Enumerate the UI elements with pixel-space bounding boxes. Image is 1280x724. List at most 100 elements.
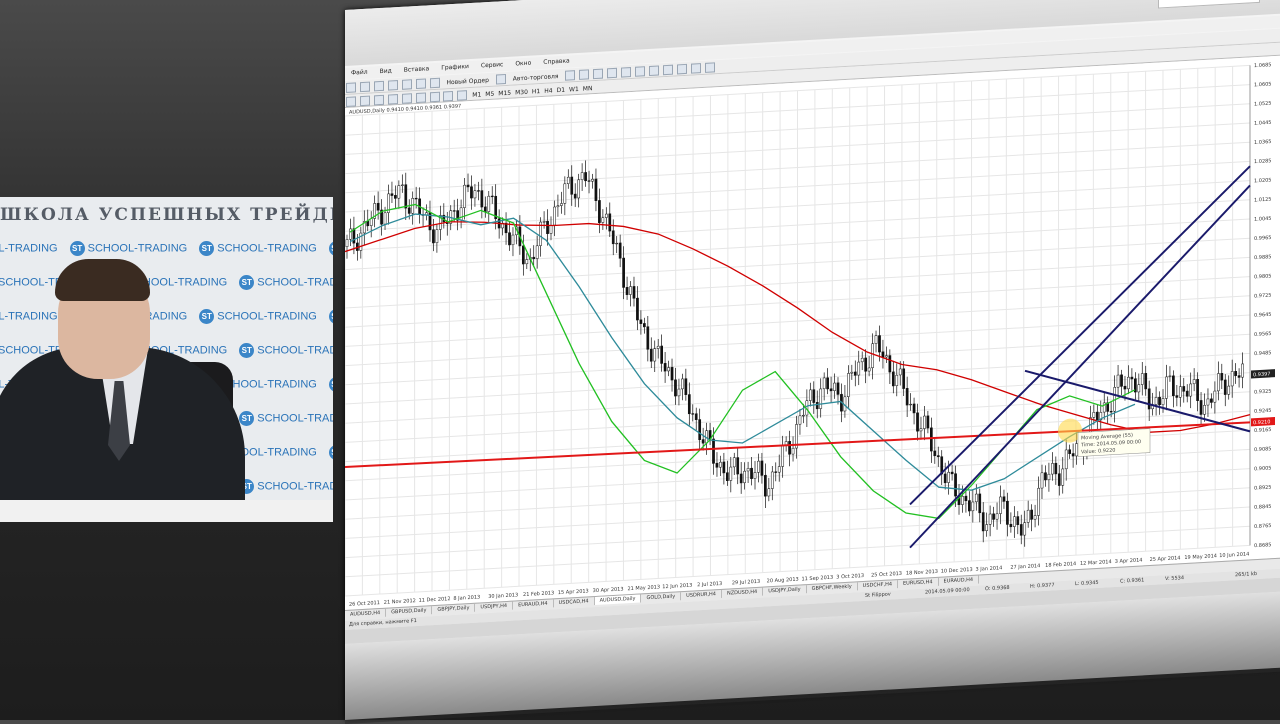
chart-tab[interactable]: GBPUSD,Daily bbox=[386, 606, 433, 617]
candle bbox=[1196, 378, 1199, 402]
candle bbox=[871, 343, 874, 369]
moving-average-line bbox=[349, 213, 1136, 491]
autoscroll-icon[interactable] bbox=[662, 64, 673, 76]
candle bbox=[954, 473, 957, 497]
school-logo-icon: ST bbox=[328, 377, 333, 392]
chart-tab[interactable]: EURUSD,H4 bbox=[898, 577, 939, 589]
x-tick-label: 30 Apr 2013 bbox=[593, 586, 624, 594]
arrow-icon[interactable] bbox=[457, 90, 468, 101]
trend-channel-lower bbox=[909, 184, 1251, 549]
candlestick-icon[interactable] bbox=[579, 69, 590, 80]
menu-item[interactable]: Графики bbox=[435, 61, 475, 72]
chart-tab[interactable]: GBPJPY,Daily bbox=[432, 603, 476, 615]
market-watch-icon[interactable] bbox=[373, 80, 384, 92]
candle bbox=[985, 524, 989, 532]
autotrading-button[interactable]: Авто-торговля bbox=[513, 73, 559, 83]
tile-windows-icon[interactable] bbox=[635, 66, 646, 77]
x-tick-label: 18 Feb 2014 bbox=[1045, 561, 1076, 569]
chart-tab[interactable]: EURAUD,H4 bbox=[513, 599, 554, 610]
zoom-out-icon[interactable] bbox=[621, 67, 632, 78]
candle bbox=[978, 493, 982, 514]
watermark-item: STSCHOOL-TRADING bbox=[239, 411, 333, 426]
timeframe-button[interactable]: M15 bbox=[498, 89, 511, 97]
candle bbox=[1009, 523, 1013, 528]
menu-item[interactable]: Вставка bbox=[398, 63, 435, 74]
candle bbox=[878, 335, 881, 353]
cursor-icon[interactable] bbox=[346, 96, 356, 107]
candle bbox=[663, 362, 667, 372]
candle bbox=[394, 195, 397, 199]
chart-tab[interactable]: USDCHF,H4 bbox=[857, 580, 899, 591]
candle bbox=[1199, 400, 1203, 415]
school-banner-title: ШКОЛА УСПЕШНЫХ ТРЕЙДЕ bbox=[0, 205, 333, 225]
x-tick-label: 25 Oct 2013 bbox=[871, 571, 902, 579]
timeframe-button[interactable]: D1 bbox=[557, 86, 565, 93]
timeframe-button[interactable]: M5 bbox=[485, 90, 494, 98]
menu-item[interactable]: Справка bbox=[537, 55, 575, 66]
autotrading-icon[interactable] bbox=[495, 74, 506, 85]
candle bbox=[1019, 524, 1023, 536]
watermark-label: SCHOOL-TRADING bbox=[217, 310, 317, 323]
zoom-in-icon[interactable] bbox=[607, 67, 618, 79]
horizontal-line-icon[interactable] bbox=[387, 94, 398, 105]
menu-item[interactable]: Окно bbox=[509, 57, 537, 68]
crosshair-icon[interactable] bbox=[359, 95, 370, 107]
indicators-icon[interactable] bbox=[676, 63, 687, 75]
candle bbox=[1116, 374, 1120, 388]
candle bbox=[649, 348, 653, 362]
new-chart-icon[interactable] bbox=[346, 82, 356, 93]
chart-tab[interactable]: EURAUD,H4 bbox=[938, 575, 980, 586]
chart-shift-icon[interactable] bbox=[648, 65, 659, 77]
navigator-icon[interactable] bbox=[401, 79, 412, 90]
candle bbox=[812, 389, 816, 403]
candle bbox=[1175, 395, 1179, 398]
templates-icon[interactable] bbox=[704, 62, 715, 73]
x-tick-label: 10 Dec 2013 bbox=[941, 567, 973, 575]
candle bbox=[847, 373, 850, 397]
new-order-icon[interactable] bbox=[429, 77, 440, 89]
chart-tab[interactable]: USDRUR,H4 bbox=[681, 589, 722, 601]
timeframe-button[interactable]: M1 bbox=[472, 91, 481, 99]
timeframe-button[interactable]: M30 bbox=[515, 88, 528, 96]
candle bbox=[1216, 373, 1220, 392]
menu-item[interactable]: Вид bbox=[374, 65, 398, 75]
watermark-item: STSCHOOL-TRADING bbox=[239, 479, 333, 494]
vertical-line-icon[interactable] bbox=[373, 94, 384, 106]
chart-tab[interactable]: AUDUSD,Daily bbox=[594, 594, 642, 606]
data-window-icon[interactable] bbox=[387, 80, 398, 91]
candle bbox=[760, 460, 764, 476]
text-icon[interactable] bbox=[443, 90, 454, 102]
profiles-icon[interactable] bbox=[359, 81, 370, 93]
periods-icon[interactable] bbox=[690, 63, 701, 74]
timeframe-button[interactable]: MN bbox=[583, 85, 593, 93]
menu-item[interactable]: Файл bbox=[345, 66, 374, 77]
chart-tab[interactable]: GBPCHF,Weekly bbox=[806, 582, 858, 594]
new-order-button[interactable]: Новый Ордер bbox=[446, 76, 488, 85]
chart-tab[interactable]: USDJPY,H4 bbox=[475, 601, 514, 612]
bar-chart-icon[interactable] bbox=[565, 70, 576, 81]
trendline-icon[interactable] bbox=[401, 93, 412, 104]
chart-tab[interactable]: USDCAD,H4 bbox=[553, 597, 595, 608]
chart-tab[interactable]: USDJPY,Daily bbox=[763, 585, 807, 596]
chart-tab[interactable]: GOLD,Daily bbox=[641, 592, 682, 603]
x-tick-label: 21 Feb 2013 bbox=[523, 590, 554, 598]
price-chart[interactable]: 1.0685 1.0605 1.0525 1.0445 1.0365 1.0285 1.02… bbox=[344, 56, 1280, 610]
fibonacci-icon[interactable] bbox=[429, 91, 440, 103]
watermark-item: STSCHOOL-TRADING bbox=[239, 275, 333, 290]
search-input[interactable] bbox=[1158, 0, 1260, 9]
chart-tab[interactable]: NZDUSD,H4 bbox=[721, 587, 764, 598]
chart-tab[interactable]: AUDUSD,H4 bbox=[345, 608, 387, 619]
candle bbox=[463, 184, 466, 208]
candle bbox=[860, 357, 864, 363]
menu-item[interactable]: Сервис bbox=[475, 59, 509, 70]
channel-icon[interactable] bbox=[415, 92, 426, 104]
timeframe-button[interactable]: W1 bbox=[569, 85, 579, 93]
candle bbox=[414, 197, 418, 200]
timeframe-button[interactable]: H1 bbox=[532, 88, 540, 95]
line-chart-icon[interactable] bbox=[593, 68, 604, 80]
timeframe-button[interactable]: H4 bbox=[544, 87, 552, 94]
candle bbox=[473, 190, 477, 199]
terminal-icon[interactable] bbox=[415, 78, 426, 90]
chart-area[interactable]: 1.0685 1.0605 1.0525 1.0445 1.0365 1.0285 1.02… bbox=[344, 55, 1280, 610]
candle bbox=[719, 461, 722, 468]
